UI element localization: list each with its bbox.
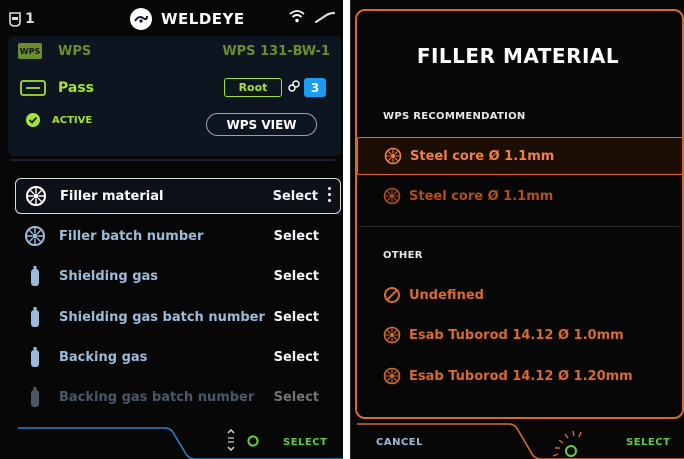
cancel-button[interactable]: CANCEL xyxy=(376,437,423,448)
dialog-footer: CANCEL SELECT xyxy=(351,422,684,459)
select-button[interactable]: SELECT xyxy=(626,437,670,448)
gas-bottle-icon xyxy=(23,264,47,288)
list-item-label: Backing gas xyxy=(59,349,148,365)
wps-badge-icon: WPS xyxy=(18,43,42,59)
select-button[interactable]: SELECT xyxy=(283,437,327,448)
gas-bottle-icon xyxy=(23,385,47,409)
section-heading-other: OTHER xyxy=(383,250,423,261)
option-label: Undefined xyxy=(409,287,484,303)
list-item-shielding-gas[interactable]: Shielding gas Select xyxy=(15,258,341,294)
option-recommendation-2[interactable]: Steel core Ø 1.1mm xyxy=(357,177,683,215)
dialog-title: FILLER MATERIAL xyxy=(416,44,620,68)
list-item-label: Filler material xyxy=(60,188,164,204)
prohibited-icon xyxy=(384,287,400,303)
pass-label: Pass xyxy=(58,80,94,96)
check-circle-icon xyxy=(26,113,40,127)
section-heading-recommendation: WPS RECOMMENDATION xyxy=(383,111,526,122)
select-action[interactable]: Select xyxy=(273,189,318,204)
wps-row[interactable]: WPS WPS WPS 131-BW-1 xyxy=(18,38,338,64)
select-action[interactable]: Select xyxy=(274,350,319,365)
option-esab-1-20[interactable]: Esab Tuborod 14.12 Ø 1.20mm xyxy=(357,357,683,395)
pass-icon xyxy=(20,80,46,96)
kebab-menu-icon[interactable] xyxy=(328,187,332,205)
status-row: ACTIVE xyxy=(26,113,92,127)
list-item-label: Shielding gas batch number xyxy=(59,309,265,325)
list-item-label: Shielding gas xyxy=(59,268,159,284)
option-label: Steel core Ø 1.1mm xyxy=(409,188,554,204)
option-recommendation-1[interactable]: Steel core Ø 1.1mm xyxy=(357,137,683,175)
list-item-backing-gas[interactable]: Backing gas Select xyxy=(15,339,341,375)
wps-info-card: WPS WPS WPS 131-BW-1 Pass Root 3 ACTIVE xyxy=(8,36,341,156)
option-label: Esab Tuborod 14.12 Ø 1.0mm xyxy=(409,327,624,343)
welding-torch-icon xyxy=(315,11,335,23)
divider xyxy=(359,226,679,227)
app-brand: WELDEYE xyxy=(130,8,245,30)
spool-icon xyxy=(23,224,47,248)
option-esab-1-0[interactable]: Esab Tuborod 14.12 Ø 1.0mm xyxy=(357,316,683,354)
user-indicator[interactable]: 1 xyxy=(8,11,35,27)
user-id: 1 xyxy=(25,11,35,27)
rotary-knob-icon[interactable] xyxy=(549,422,595,459)
pass-count-badge: 3 xyxy=(304,78,326,97)
link-icon xyxy=(288,80,300,92)
spool-icon xyxy=(383,367,401,385)
status-bar: 1 WELDEYE xyxy=(0,0,343,38)
list-item-label: Backing gas batch number xyxy=(59,389,255,405)
welder-mask-icon xyxy=(9,12,21,27)
divider xyxy=(10,159,335,161)
list-item-backing-gas-batch-number[interactable]: Backing gas batch number Select xyxy=(15,379,341,415)
weld-parameters-screen: 1 WELDEYE WPS WPS WPS 131-BW-1 Pass Root… xyxy=(0,0,343,459)
select-action[interactable]: Select xyxy=(274,310,319,325)
root-tag: Root xyxy=(224,78,282,97)
list-item-filler-batch-number[interactable]: Filler batch number Select xyxy=(15,218,341,254)
select-action[interactable]: Select xyxy=(274,269,319,284)
status-label: ACTIVE xyxy=(52,114,93,126)
gas-bottle-icon xyxy=(23,305,47,329)
wps-view-button[interactable]: WPS VIEW xyxy=(206,113,317,136)
list-item-shielding-gas-batch-number[interactable]: Shielding gas batch number Select xyxy=(15,299,341,335)
spool-icon xyxy=(383,326,401,344)
filler-material-dialog: FILLER MATERIAL WPS RECOMMENDATION Steel… xyxy=(350,0,684,459)
gas-bottle-icon xyxy=(23,345,47,369)
wps-label: WPS xyxy=(58,43,92,59)
select-knob-icon[interactable] xyxy=(247,435,259,447)
pass-row[interactable]: Pass Root 3 xyxy=(20,76,330,100)
select-action[interactable]: Select xyxy=(274,390,319,405)
weldeye-logo-icon xyxy=(130,8,152,30)
app-name: WELDEYE xyxy=(161,10,245,28)
option-undefined[interactable]: Undefined xyxy=(357,276,683,314)
spool-icon xyxy=(384,147,402,165)
select-action[interactable]: Select xyxy=(274,229,319,244)
scroll-updown-icon[interactable] xyxy=(226,428,236,452)
list-item-filler-material[interactable]: Filler material Select xyxy=(15,178,341,214)
wps-value: WPS 131-BW-1 xyxy=(222,43,330,59)
option-label: Esab Tuborod 14.12 Ø 1.20mm xyxy=(409,368,633,384)
footer-bar: SELECT xyxy=(0,422,343,459)
list-item-label: Filler batch number xyxy=(59,228,204,244)
option-label: Steel core Ø 1.1mm xyxy=(410,148,555,164)
spool-icon xyxy=(383,187,401,205)
spool-icon xyxy=(24,184,48,208)
wifi-icon xyxy=(289,10,305,23)
